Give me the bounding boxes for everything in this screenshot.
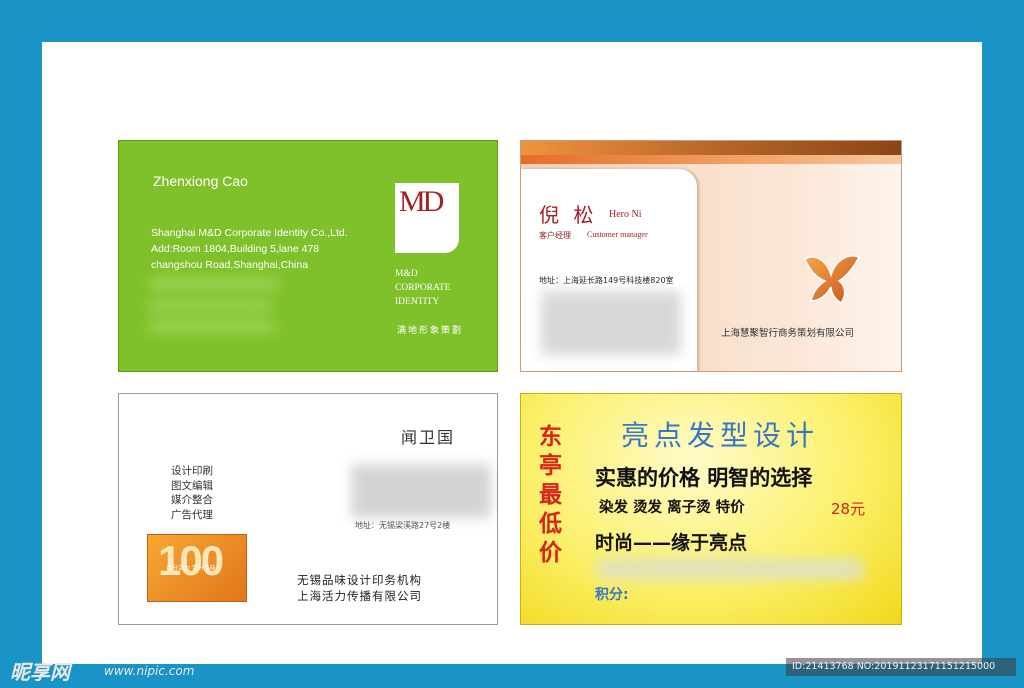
brand-text: M&D CORPORATE IDENTITY xyxy=(395,269,451,307)
vertical-slogan: 东亭最低价 xyxy=(539,423,562,566)
blurred-contact-info xyxy=(541,291,681,355)
address-line: Add:Room 1804,Building 5,lane 478 xyxy=(151,243,320,255)
card-name: 闻卫国 xyxy=(401,428,456,447)
watermark-url: www.nipic.com xyxy=(104,664,195,678)
card-name: Zhenxiong Cao xyxy=(153,173,248,189)
top-stripe xyxy=(521,141,901,155)
blurred-contact-info xyxy=(149,299,271,313)
watermark-logo: 昵享网 xyxy=(10,660,70,684)
org-line: 无锡品味设计印务机构 xyxy=(297,573,422,587)
blurred-contact-info xyxy=(149,319,275,333)
business-card-liangdian-salon: 东亭最低价 亮点发型设计 实惠的价格 明智的选择 染发 烫发 离子烫 特价 28… xyxy=(520,393,902,625)
company-name: 上海慧聚智行商务策划有限公司 xyxy=(721,328,855,339)
service-item: 图文编辑 xyxy=(171,479,213,492)
blurred-contact-info xyxy=(149,277,279,291)
butterfly-logo-icon xyxy=(804,255,861,305)
image-id-bar: ID:21413768 NO:20191123171151215000 xyxy=(786,658,1016,676)
card-english-title: Customer manager xyxy=(587,230,648,239)
business-card-huiju: 倪 松 Hero Ni 客户经理 Customer manager 地址：上海延… xyxy=(520,140,902,372)
fashion-line: 时尚——缘于亮点 xyxy=(595,532,748,554)
business-card-md-identity: Zhenxiong Cao Shanghai M&D Corporate Ide… xyxy=(118,140,498,372)
card-title: 客户经理 xyxy=(539,231,571,240)
service-item: 媒介整合 xyxy=(171,494,213,506)
card-address: 地址：上海延长路149号科技楼820室 xyxy=(539,276,674,285)
top-stripe-light xyxy=(521,155,901,164)
services-line: 染发 烫发 离子烫 特价 xyxy=(599,500,745,516)
logo-100: 100 百分活力 百分品味 xyxy=(147,534,247,602)
card-address: 地址：无锡梁溪路27号2楼 xyxy=(355,521,451,530)
salon-headline: 亮点发型设计 xyxy=(621,419,820,452)
blurred-contact-info xyxy=(351,464,491,518)
service-item: 设计印刷 xyxy=(171,465,213,477)
card-address: Shanghai M&D Corporate Identity Co.,Ltd.… xyxy=(151,225,348,273)
business-card-pinwei: 闻卫国 设计印刷 图文编辑 媒介整合 广告代理 地址：无锡梁溪路27号2楼 10… xyxy=(118,393,498,625)
address-line: changshou Road,Shanghai,China xyxy=(151,259,309,271)
address-line: Shanghai M&D Corporate Identity Co.,Ltd. xyxy=(151,227,348,239)
blurred-contact-info xyxy=(597,558,863,580)
card-slogan: 满地形象策劃 xyxy=(397,326,464,336)
tagline: 实惠的价格 明智的选择 xyxy=(595,466,813,490)
card-name: 倪 松 xyxy=(539,203,598,227)
service-item: 广告代理 xyxy=(171,508,213,521)
price: 28元 xyxy=(831,500,866,518)
organization-names: 无锡品味设计印务机构 上海活力传播有限公司 xyxy=(297,572,422,604)
card-english-name: Hero Ni xyxy=(609,209,642,220)
services-list: 设计印刷 图文编辑 媒介整合 广告代理 xyxy=(171,464,213,522)
points-label: 积分: xyxy=(595,587,629,603)
md-logo: MD xyxy=(395,183,459,253)
org-line: 上海活力传播有限公司 xyxy=(297,589,422,603)
